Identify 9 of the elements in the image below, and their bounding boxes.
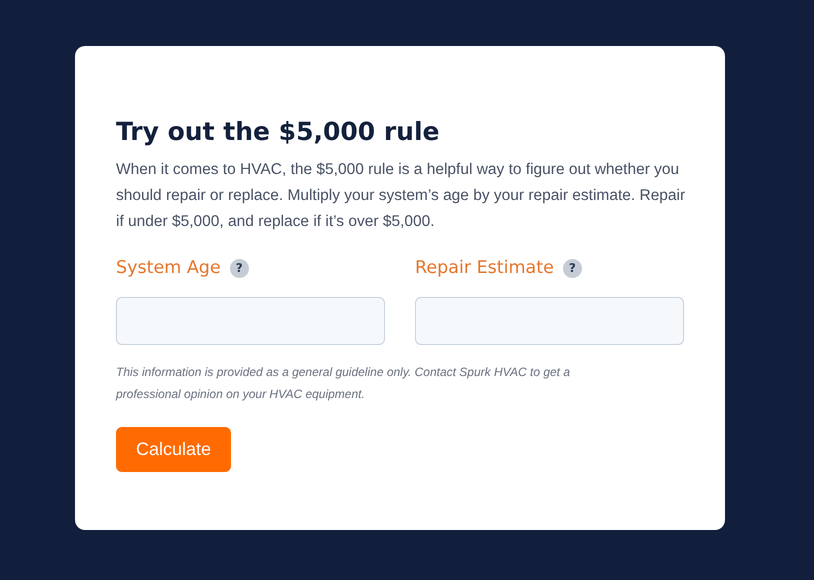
input-field[interactable] (116, 297, 385, 345)
field-label: System Age (116, 258, 221, 278)
help-icon[interactable]: ? (562, 258, 582, 278)
description-text: When it comes to HVAC, the $5,000 rule is a helpful way to figure out whether you should repair or replace. Multiply your system’s age by your repair estimate. Repair if under $5,000, and replace if it’s over $5,000. (116, 160, 686, 232)
input-field[interactable] (415, 297, 684, 345)
card-title: Try out the $5,000 rule (116, 116, 440, 148)
disclaimer-text: This information is provided as a general guideline only. Contact Spurk HVAC to get a professional opinion on your HVAC equipment. (116, 364, 572, 403)
help-icon[interactable]: ? (230, 258, 249, 278)
field-label: Repair Estimate (415, 258, 554, 278)
